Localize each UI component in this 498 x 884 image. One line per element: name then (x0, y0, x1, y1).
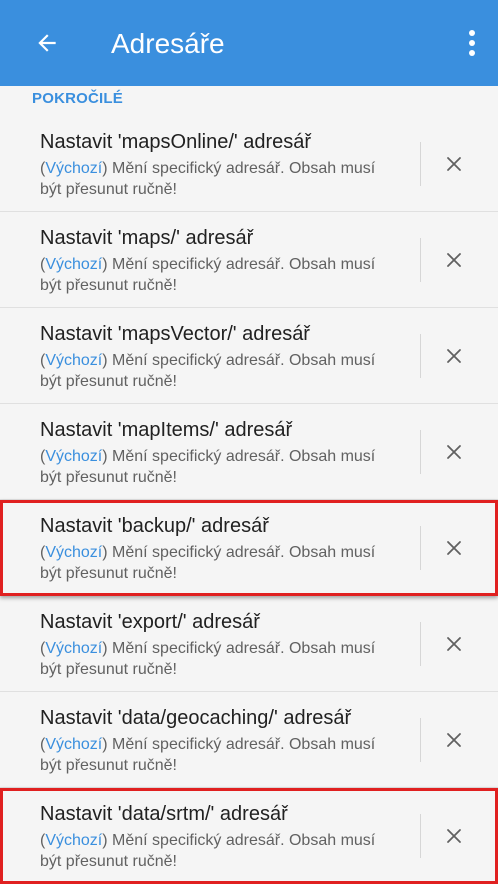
list-item: Nastavit 'data/srtm/' adresář (Výchozí) … (0, 788, 498, 884)
list-item: Nastavit 'mapsVector/' adresář (Výchozí)… (0, 308, 498, 404)
item-title: Nastavit 'mapItems/' adresář (40, 419, 293, 441)
divider (420, 526, 421, 570)
divider (420, 334, 421, 378)
list-item: Nastavit 'maps/' adresář (Výchozí) Mění … (0, 212, 498, 308)
item-title: Nastavit 'data/srtm/' adresář (40, 803, 288, 825)
item-summary: (Výchozí) Mění specifický adresář. Obsah… (40, 832, 376, 870)
close-icon (447, 637, 461, 651)
divider (420, 238, 421, 282)
directory-setting[interactable]: Nastavit 'data/srtm/' adresář (Výchozí) … (40, 802, 400, 872)
clear-button[interactable] (432, 332, 476, 380)
close-icon (447, 445, 461, 459)
item-title: Nastavit 'mapsVector/' adresář (40, 323, 310, 345)
directory-setting[interactable]: Nastavit 'backup/' adresář (Výchozí) Měn… (40, 514, 400, 584)
list-item: Nastavit 'mapItems/' adresář (Výchozí) M… (0, 404, 498, 500)
close-icon (447, 253, 461, 267)
directory-setting[interactable]: Nastavit 'maps/' adresář (Výchozí) Mění … (40, 226, 400, 296)
list-item: Nastavit 'data/geocaching/' adresář (Výc… (0, 692, 498, 788)
more-vert-icon (469, 30, 475, 56)
item-title: Nastavit 'data/geocaching/' adresář (40, 707, 352, 729)
clear-button[interactable] (432, 620, 476, 668)
item-title: Nastavit 'maps/' adresář (40, 227, 254, 249)
app-bar: Adresáře (0, 0, 498, 86)
item-summary: (Výchozí) Mění specifický adresář. Obsah… (40, 256, 376, 294)
overflow-menu-button[interactable] (452, 18, 492, 68)
directory-setting[interactable]: Nastavit 'mapsVector/' adresář (Výchozí)… (40, 322, 400, 392)
directory-list: Nastavit 'mapsOnline/' adresář (Výchozí)… (0, 116, 498, 884)
section-header: POKROČILÉ (32, 90, 123, 107)
item-summary: (Výchozí) Mění specifický adresář. Obsah… (40, 640, 376, 678)
page-title: Adresáře (111, 28, 225, 59)
clear-button[interactable] (432, 140, 476, 188)
item-title: Nastavit 'backup/' adresář (40, 515, 269, 537)
item-summary: (Výchozí) Mění specifický adresář. Obsah… (40, 352, 376, 390)
item-summary: (Výchozí) Mění specifický adresář. Obsah… (40, 448, 376, 486)
clear-button[interactable] (432, 428, 476, 476)
item-summary: (Výchozí) Mění specifický adresář. Obsah… (40, 160, 376, 198)
clear-button[interactable] (432, 812, 476, 860)
divider (420, 430, 421, 474)
list-item: Nastavit 'backup/' adresář (Výchozí) Měn… (0, 500, 498, 596)
close-icon (447, 541, 461, 555)
item-summary: (Výchozí) Mění specifický adresář. Obsah… (40, 736, 376, 774)
close-icon (447, 349, 461, 363)
close-icon (447, 157, 461, 171)
clear-button[interactable] (432, 716, 476, 764)
item-summary: (Výchozí) Mění specifický adresář. Obsah… (40, 544, 376, 582)
back-button[interactable] (22, 18, 72, 68)
default-label: Výchozí (45, 256, 103, 273)
item-title: Nastavit 'mapsOnline/' adresář (40, 131, 312, 153)
divider (420, 718, 421, 762)
default-label: Výchozí (45, 832, 103, 849)
divider (420, 622, 421, 666)
close-icon (447, 829, 461, 843)
default-label: Výchozí (45, 544, 103, 561)
item-title: Nastavit 'export/' adresář (40, 611, 260, 633)
directory-setting[interactable]: Nastavit 'mapsOnline/' adresář (Výchozí)… (40, 130, 400, 200)
divider (420, 814, 421, 858)
default-label: Výchozí (45, 640, 103, 657)
list-item: Nastavit 'mapsOnline/' adresář (Výchozí)… (0, 116, 498, 212)
default-label: Výchozí (45, 448, 103, 465)
clear-button[interactable] (432, 524, 476, 572)
list-item: Nastavit 'export/' adresář (Výchozí) Měn… (0, 596, 498, 692)
close-icon (447, 733, 461, 747)
directory-setting[interactable]: Nastavit 'export/' adresář (Výchozí) Měn… (40, 610, 400, 680)
default-label: Výchozí (45, 160, 103, 177)
default-label: Výchozí (45, 736, 103, 753)
default-label: Výchozí (45, 352, 103, 369)
directory-setting[interactable]: Nastavit 'mapItems/' adresář (Výchozí) M… (40, 418, 400, 488)
directory-setting[interactable]: Nastavit 'data/geocaching/' adresář (Výc… (40, 706, 400, 776)
clear-button[interactable] (432, 236, 476, 284)
divider (420, 142, 421, 186)
arrow-left-icon (38, 34, 56, 52)
